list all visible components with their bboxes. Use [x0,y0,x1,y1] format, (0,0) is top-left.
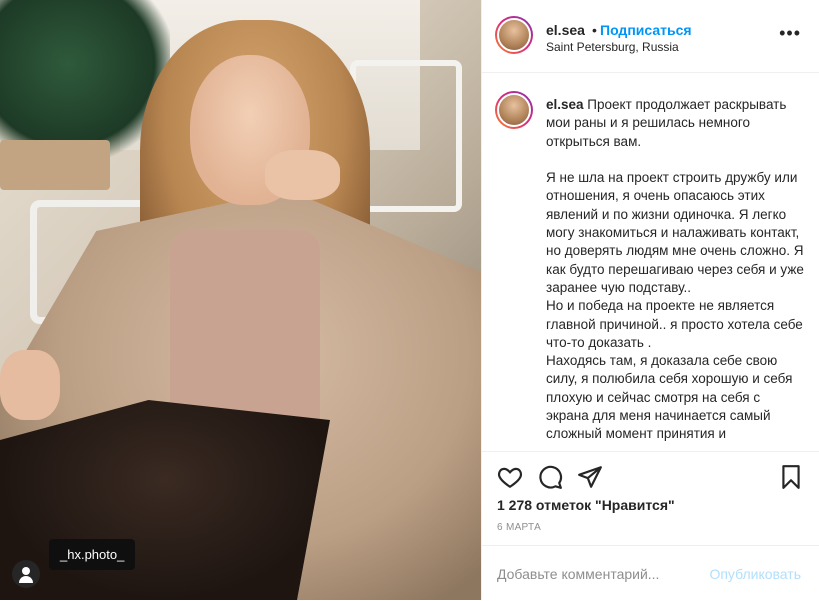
heart-icon[interactable] [497,464,523,490]
separator-dot: • [592,22,597,38]
post-date[interactable]: 6 МАРТА [497,522,541,533]
caption-text: el.sea Проект продолжает раскрывать мои … [546,96,806,444]
model-hand-left [0,350,60,420]
follow-button[interactable]: Подписаться [600,22,692,38]
share-icon[interactable] [577,464,603,490]
avatar[interactable] [495,16,533,54]
comment-input[interactable] [497,566,697,582]
caption-username[interactable]: el.sea [546,97,584,112]
comment-icon[interactable] [537,464,563,490]
model-hand [265,150,340,200]
post-header: el.sea • Подписаться Saint Petersburg, R… [482,0,819,73]
caption-avatar[interactable] [495,91,533,129]
comment-bar: Опубликовать [482,545,819,601]
caption-area[interactable]: el.sea Проект продолжает раскрывать мои … [482,73,819,451]
likes-count[interactable]: 1 278 отметок "Нравится" [497,497,675,513]
background-table [0,140,110,190]
publish-button[interactable]: Опубликовать [709,566,801,582]
post-sidebar: el.sea • Подписаться Saint Petersburg, R… [481,0,819,600]
tagged-user-icon[interactable] [12,560,40,588]
location-link[interactable]: Saint Petersburg, Russia [546,40,679,54]
username-link[interactable]: el.sea [546,22,585,38]
model-pants [0,400,330,600]
bookmark-icon[interactable] [778,464,804,490]
photo-tag[interactable]: _hx.photo_ [49,539,136,570]
more-options-icon[interactable]: ••• [779,24,801,42]
post-photo[interactable]: _hx.photo_ [0,0,481,600]
caption-body: Проект продолжает раскрывать мои раны и … [546,97,804,442]
